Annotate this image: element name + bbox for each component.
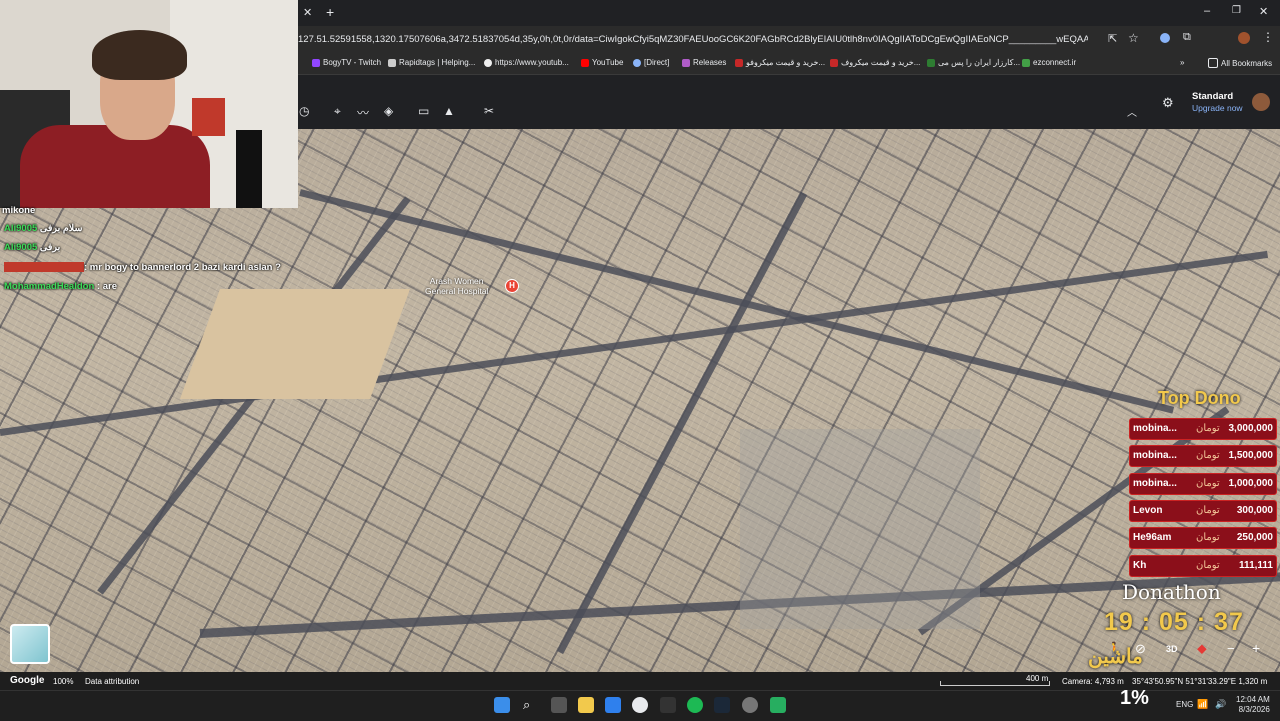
dono-row: He96am تومان 250,000 [1129,527,1277,549]
webcam-person-hair [92,30,187,80]
clock[interactable]: 12:04 AM 8/3/2026 [1236,695,1270,715]
profile-avatar[interactable] [1238,32,1250,44]
search-icon[interactable]: ⌕ [523,697,539,713]
bookmark-item[interactable]: YouTube [581,58,623,67]
bookmark-item[interactable]: خرید و قیمت میکروفو... [735,58,825,67]
menu-kebab-icon[interactable]: ⋮ [1262,30,1274,44]
maximize-icon[interactable]: ❐ [1232,5,1241,16]
chat-line: Ali9005 سلام برفی [4,223,83,234]
dono-row: mobina... تومان 3,000,000 [1129,418,1277,440]
chat-line: MohammadHealdon : are [4,281,117,292]
3d-button[interactable]: 3D [1166,644,1178,654]
bookmarks-overflow-icon[interactable]: » [1180,58,1184,67]
data-attribution-link[interactable]: Data attribution [85,677,139,686]
image-icon[interactable]: ▲ [443,104,455,118]
camera-altitude: Camera: 4,793 m [1062,677,1124,686]
url-field[interactable]: 127.51.52591558,1320.17507606a,3472.5183… [298,34,1088,45]
donathon-timer: 19 : 05 : 37 [1104,608,1244,636]
extensions-puzzle-icon[interactable]: ⧉ [1183,31,1191,44]
settings-gear-icon[interactable]: ⚙ [1162,95,1174,111]
scale-label: 400 m [1026,674,1049,683]
bookmark-item[interactable]: https://www.youtub... [484,58,569,67]
industrial-area [740,429,980,629]
chat-line: : mr bogy to bannerlord 2 bazi kardi asl… [4,262,281,273]
placemark-icon[interactable]: ⌖ [334,104,341,119]
collapse-chevron-icon[interactable]: ︿ [1127,104,1137,119]
dono-row: mobina... تومان 1,000,000 [1129,473,1277,495]
close-tab-icon[interactable]: ✕ [303,6,312,19]
satellite-map[interactable] [0,129,1280,672]
tools-icon[interactable]: ✂ [484,104,494,118]
bookmark-item[interactable]: Rapidtags | Helping... [388,58,475,67]
webcam-overlay [0,0,298,208]
language-indicator[interactable]: ENG [1176,700,1193,709]
chat-badges [4,262,84,273]
webcam-poster [192,98,225,136]
construction-site [179,289,411,399]
account-avatar[interactable] [1252,93,1270,111]
app-green-icon[interactable] [770,697,786,713]
hospital-marker-icon[interactable]: H [505,279,519,293]
hide-icon[interactable]: ⊘ [1135,641,1146,657]
zoom-in-icon[interactable]: + [1252,640,1260,656]
app-icon[interactable] [660,697,676,713]
extension-icon[interactable] [1160,33,1170,43]
bookmark-item[interactable]: خرید و قیمت میکروف... [830,58,920,67]
new-tab-icon[interactable]: + [326,4,334,20]
bookmark-item[interactable]: Releases [682,58,726,67]
minimize-icon[interactable]: – [1204,5,1210,17]
ruler-icon[interactable]: ▭ [418,104,429,118]
path-icon[interactable]: 〰 [357,104,369,121]
all-bookmarks[interactable]: All Bookmarks [1208,58,1272,68]
webcam-person-shirt [20,125,210,208]
upgrade-link[interactable]: Upgrade now [1192,103,1243,113]
compass-icon[interactable]: ⬥ [1197,640,1207,657]
open-in-app-icon[interactable]: ⇱ [1108,32,1117,45]
task-view-icon[interactable] [551,697,567,713]
map-style-thumbnail[interactable] [10,624,50,664]
bookmark-item[interactable]: BogyTV - Twitch [312,58,381,67]
hospital-label[interactable]: Arash Women General Hospital [425,276,488,296]
bookmark-item[interactable]: ezconnect.ir [1022,58,1076,67]
spotify-icon[interactable] [687,697,703,713]
pegman-icon[interactable]: 🚶 [1106,641,1123,658]
chat-line: Ali9005 برفی [4,242,61,253]
layers-icon[interactable]: ◈ [384,104,393,118]
vscode-icon[interactable] [605,697,621,713]
dono-row: Kh تومان 111,111 [1129,555,1277,577]
top-dono-title: Top Dono [1158,388,1241,408]
bookmark-item[interactable]: [Direct] [633,58,669,67]
google-logo: Google [10,675,45,686]
file-explorer-icon[interactable] [578,697,594,713]
chrome-icon[interactable] [632,697,648,713]
bookmark-star-icon[interactable]: ☆ [1128,31,1139,45]
webcam-speaker [236,130,262,208]
coordinates: 35°43'50.95"N 51°31'33.29"E 1,320 m [1132,677,1268,686]
dono-row: Levon تومان 300,000 [1129,500,1277,522]
close-window-icon[interactable]: ✕ [1259,5,1268,18]
volume-icon[interactable]: 🔊 [1215,699,1226,710]
history-icon[interactable]: ◷ [299,104,309,118]
start-icon[interactable] [494,697,510,713]
plan-label: Standard [1192,91,1234,102]
zoom-out-icon[interactable]: − [1227,641,1235,656]
donathon-title: Donathon [1122,580,1221,604]
steam-icon[interactable] [714,697,730,713]
zoom-level: 100% [53,677,74,686]
bookmark-item[interactable]: کارزار ایران را پس می... [927,58,1020,67]
map-road [299,189,1175,414]
chat-line: mikone [2,205,36,216]
network-icon[interactable]: 📶 [1197,699,1208,710]
dono-row: mobina... تومان 1,500,000 [1129,445,1277,467]
percent-overlay: 1% [1120,687,1149,709]
obs-icon[interactable] [742,697,758,713]
